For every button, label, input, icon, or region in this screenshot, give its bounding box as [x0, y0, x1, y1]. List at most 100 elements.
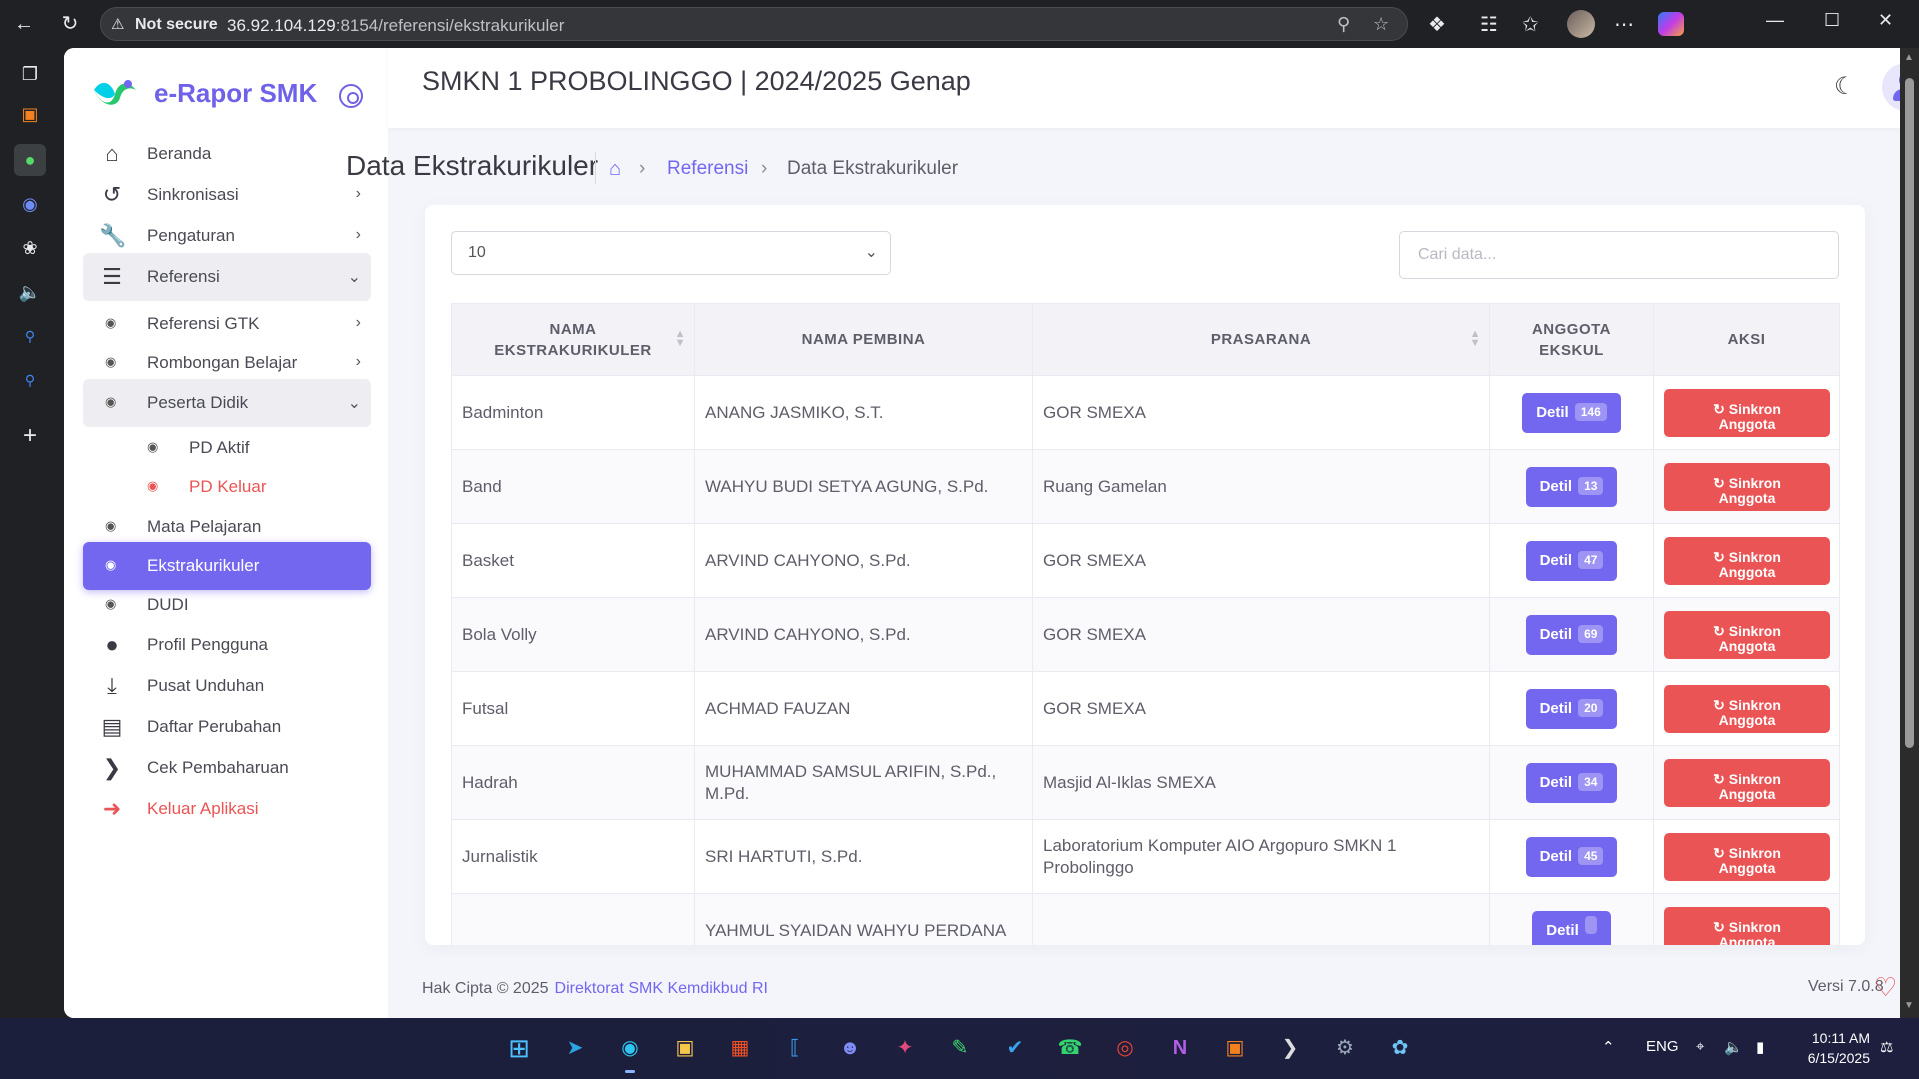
member-count-badge: 34 [1578, 772, 1604, 791]
key-icon[interactable]: ⚲ [1337, 14, 1350, 35]
sinkron-anggota-button[interactable]: ↻ Sinkron Anggota [1664, 388, 1830, 437]
breadcrumb-referensi[interactable]: Referensi [667, 158, 748, 180]
detil-button[interactable]: Detil 20 [1525, 688, 1618, 729]
tab-xampp-icon[interactable]: ▣ [14, 98, 46, 130]
sidebar-label: Referensi GTK [147, 314, 260, 333]
user-avatar[interactable] [1882, 63, 1900, 111]
vscode-icon[interactable]: ⟦ [779, 1032, 811, 1064]
sync-icon: ↻ [1713, 919, 1729, 935]
sinkron-anggota-button[interactable]: ↻ Sinkron Anggota [1664, 462, 1830, 511]
sidebar-label: Referensi [147, 267, 220, 286]
store-icon[interactable]: ▦ [724, 1032, 756, 1064]
whatsapp-icon[interactable]: ☎ [1054, 1032, 1086, 1064]
detil-button[interactable]: Detil 34 [1525, 762, 1618, 803]
battery-icon[interactable]: ▮ [1756, 1038, 1764, 1056]
detil-button[interactable]: Detil 47 [1525, 540, 1618, 581]
sinkron-label: Sinkron [1728, 401, 1781, 417]
tray-overflow-icon[interactable]: ⌃ [1602, 1038, 1615, 1056]
scroll-down-icon[interactable]: ▼ [1904, 1000, 1914, 1011]
game-icon[interactable]: ✿ [1384, 1032, 1416, 1064]
maximize-icon[interactable]: ☐ [1824, 10, 1840, 31]
table-row: YAHMUL SYAIDAN WAHYU PERDANA Detil ↻ Sinkr… [451, 893, 1840, 945]
close-window-icon[interactable]: ✕ [1878, 10, 1893, 31]
data-card: 10 ⌄ NAMA EKSTRAKURIKULER ▲▼ NAMA PEMBINA … [425, 205, 1865, 945]
chrome-icon[interactable]: ◎ [1109, 1032, 1141, 1064]
detil-button[interactable]: Detil 13 [1525, 466, 1618, 507]
detil-button[interactable]: Detil 146 [1522, 392, 1621, 433]
terminal-icon: ❯ [102, 755, 122, 780]
member-count-badge [1584, 915, 1597, 934]
notification-icon[interactable]: ⚖ [1880, 1038, 1893, 1056]
sidebar-item-referensi[interactable]: ☰ Referensi ⌄ [83, 253, 371, 301]
sinkron-anggota-button[interactable]: ↻ Sinkron Anggota [1664, 832, 1830, 881]
tab-search-2-icon[interactable]: ⚲ [14, 364, 46, 396]
file-explorer-icon[interactable]: ▣ [669, 1032, 701, 1064]
language-indicator[interactable]: ENG [1646, 1038, 1679, 1055]
reload-icon[interactable]: ↻ [56, 10, 84, 38]
anggota-label: Anggota [1718, 416, 1776, 432]
star-icon[interactable]: ☆ [1373, 14, 1389, 35]
tab-actions-icon[interactable]: ❐ [14, 58, 46, 90]
profile-avatar[interactable] [1567, 10, 1595, 38]
sinkron-anggota-button[interactable]: ↻ Sinkron Anggota [1664, 610, 1830, 659]
app-icon[interactable]: ✦ [889, 1032, 921, 1064]
settings-icon[interactable]: ⚙ [1329, 1032, 1361, 1064]
favorites-icon[interactable]: ✩ [1522, 12, 1539, 37]
sinkron-anggota-button[interactable]: ↻ Sinkron Anggota [1664, 536, 1830, 585]
tab-erapor-icon[interactable]: ● [14, 144, 46, 176]
onenote-icon[interactable]: N [1164, 1032, 1196, 1064]
sinkron-label: Sinkron [1728, 623, 1781, 639]
extensions-icon[interactable]: ❖ [1428, 12, 1446, 37]
header-prasarana[interactable]: PRASARANA ▲ ▼ [1032, 303, 1490, 376]
telegram-icon[interactable]: ➤ [559, 1032, 591, 1064]
sinkron-anggota-button[interactable]: ↻ Sinkron Anggota [1664, 758, 1830, 807]
member-count-badge: 13 [1578, 476, 1604, 495]
tab-search-icon[interactable]: ⚲ [14, 320, 46, 352]
sidebar-item-keluar-aplikasi[interactable]: ➜ Keluar Aplikasi [83, 785, 371, 833]
footer-link[interactable]: Direktorat SMK Kemdikbud RI [555, 980, 768, 997]
split-screen-icon[interactable]: ☷ [1480, 12, 1498, 37]
per-page-select[interactable]: 10 ⌄ [451, 231, 891, 275]
new-tab-icon[interactable]: + [14, 420, 46, 452]
back-arrow-icon[interactable]: ← [10, 10, 38, 38]
address-bar[interactable]: ⚠ Not secure 36.92.104.129:8154/referens… [100, 7, 1408, 41]
cell-anggota: Detil 34 [1489, 745, 1654, 820]
windows-start-icon[interactable]: ⊞ [503, 1032, 535, 1064]
copilot-icon[interactable] [1658, 12, 1684, 36]
detil-button[interactable]: Detil 69 [1525, 614, 1618, 655]
volume-icon[interactable]: 🔈 [1724, 1038, 1743, 1056]
more-menu-icon[interactable]: ⋯ [1614, 12, 1634, 37]
scroll-up-icon[interactable]: ▲ [1904, 52, 1914, 63]
edge-icon[interactable]: ◉ [614, 1032, 646, 1073]
discord-icon[interactable]: ☻ [834, 1032, 866, 1064]
header-anggota: ANGGOTA EKSKUL [1489, 303, 1654, 376]
minimize-icon[interactable]: — [1766, 10, 1784, 31]
wifi-icon[interactable]: ⌖ [1696, 1038, 1704, 1055]
todo-icon[interactable]: ✔ [999, 1032, 1031, 1064]
url-text[interactable]: 36.92.104.129:8154/referensi/ekstrakurik… [227, 16, 564, 36]
scroll-thumb[interactable] [1905, 78, 1914, 748]
search-input[interactable] [1399, 231, 1839, 279]
green-app-icon[interactable]: ✎ [944, 1032, 976, 1064]
tab-chatgpt-icon[interactable]: ❀ [14, 232, 46, 264]
detil-button[interactable]: Detil 45 [1525, 836, 1618, 877]
detil-label: Detil [1539, 477, 1573, 495]
clock[interactable]: 10:11 AM 6/15/2025 [1790, 1028, 1870, 1068]
circle-icon: ◉ [105, 394, 117, 409]
copyright-text: Hak Cipta © 2025 [422, 980, 549, 997]
detil-button[interactable]: Detil [1532, 910, 1611, 945]
terminal-app-icon[interactable]: ❯ [1274, 1032, 1306, 1064]
page-scrollbar[interactable]: ▲ ▼ [1900, 48, 1919, 1018]
dark-mode-icon[interactable]: ☾ [1834, 72, 1856, 101]
xampp-icon[interactable]: ▣ [1219, 1032, 1251, 1064]
sidebar-toggle-icon[interactable] [339, 84, 363, 108]
sinkron-anggota-button[interactable]: ↻ Sinkron Anggota [1664, 906, 1830, 945]
sinkron-anggota-button[interactable]: ↻ Sinkron Anggota [1664, 684, 1830, 733]
header-nama[interactable]: NAMA EKSTRAKURIKULER ▲ ▼ [451, 303, 695, 376]
tab-app-icon[interactable]: ◉ [14, 188, 46, 220]
cell-aksi: ↻ Sinkron Anggota [1653, 671, 1840, 746]
sidebar-item-peserta-didik[interactable]: ◉ Peserta Didik ⌄ [83, 379, 371, 427]
home-outline-icon[interactable]: ⌂ [609, 158, 621, 181]
tab-audio-icon[interactable]: 🔈 [14, 276, 46, 308]
cell-prasarana: Masjid Al-Iklas SMEXA [1032, 745, 1490, 820]
